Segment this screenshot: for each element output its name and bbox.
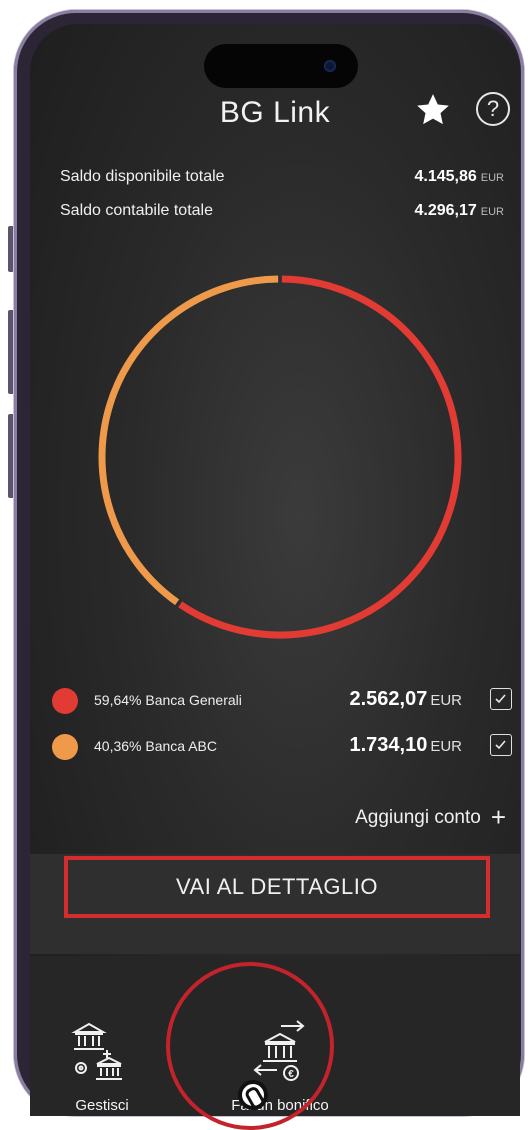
checkmark-icon: [495, 694, 506, 704]
accounting-balance-value: 4.296,17 EUR: [414, 202, 504, 219]
add-account-button[interactable]: Aggiungi conto +: [355, 802, 506, 833]
balance-donut-chart: [98, 275, 462, 639]
star-icon[interactable]: [413, 90, 453, 134]
available-balance-row: Saldo disponibile totale 4.145,86 EUR: [60, 168, 504, 192]
donut-slice-banca-abc: [98, 275, 279, 606]
nav-item-label: Gestisci Consensi: [75, 1097, 129, 1114]
help-icon[interactable]: ?: [476, 92, 510, 126]
plus-icon: +: [490, 802, 506, 832]
account-checkbox[interactable]: [490, 734, 512, 756]
detail-button[interactable]: VAI AL DETTAGLIO: [64, 856, 490, 918]
account-share: 40,36% Banca ABC: [94, 738, 217, 754]
legend-dot: [52, 688, 78, 714]
account-row-banca-generali[interactable]: 59,64% Banca Generali 2.562,07 EUR: [50, 684, 512, 716]
camera-icon: [324, 60, 336, 72]
account-row-banca-abc[interactable]: 40,36% Banca ABC 1.734,10 EUR: [50, 730, 512, 762]
app-screen: BG Link ? Saldo disponibile totale 4.145…: [30, 24, 520, 1116]
dynamic-island: [204, 44, 358, 88]
accounting-balance-row: Saldo contabile totale 4.296,17 EUR: [60, 202, 504, 226]
bank-consent-icon: [71, 1022, 122, 1080]
checkmark-icon: [495, 740, 506, 750]
legend-dot: [52, 734, 78, 760]
accounting-balance-label: Saldo contabile totale: [60, 202, 213, 219]
account-share: 59,64% Banca Generali: [94, 692, 242, 708]
account-amount: 2.562,07 EUR: [349, 688, 462, 710]
add-account-label: Aggiungi conto: [355, 807, 481, 828]
donut-slice-banca-generali: [178, 275, 462, 639]
nav-item-manage-consents[interactable]: Gestisci Consensi: [54, 1018, 150, 1116]
tap-cursor-icon: [238, 1080, 268, 1110]
available-balance-value: 4.145,86 EUR: [414, 168, 504, 185]
account-checkbox[interactable]: [490, 688, 512, 710]
available-balance-label: Saldo disponibile totale: [60, 168, 225, 185]
account-amount: 1.734,10 EUR: [349, 734, 462, 756]
